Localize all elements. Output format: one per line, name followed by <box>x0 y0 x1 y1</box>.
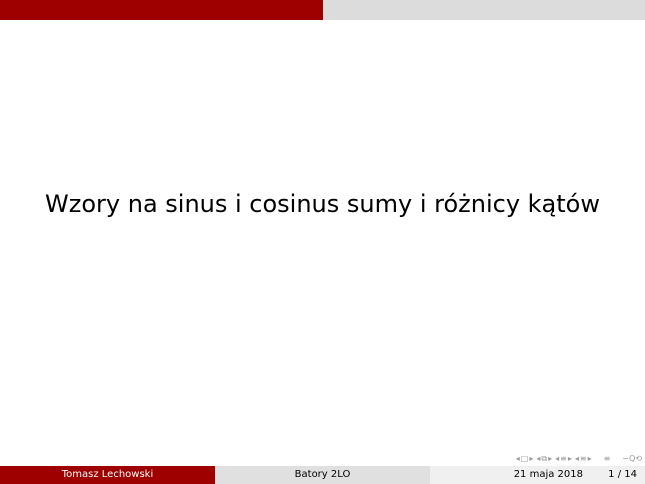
arrow-right-icon[interactable]: ▸ <box>568 453 572 465</box>
beamer-navigation: ◂ □ ▸ ◂ ⧉ ▸ ◂ ≡ ▸ ◂ ≡ ▸ ≡ ∽Q⟲ <box>410 453 642 465</box>
arrow-left-icon[interactable]: ◂ <box>575 453 579 465</box>
footer-date: 21 maja 2018 <box>513 469 583 480</box>
slide-title: Wzory na sinus i cosinus sumy i różnicy … <box>45 190 600 218</box>
nav-section-group: ◂ ≡ ▸ <box>555 453 572 465</box>
section-icon[interactable]: ≡ <box>560 453 567 465</box>
subsubsection-icon[interactable]: ≡ <box>580 453 587 465</box>
footer-author: Tomasz Lechowski <box>0 466 215 484</box>
footer-page-number: 1 / 14 <box>608 469 637 480</box>
footer-right: 21 maja 2018 1 / 14 <box>430 466 645 484</box>
nav-spacer <box>595 453 601 465</box>
footer-institute: Batory 2LO <box>215 466 430 484</box>
subsection-icon[interactable]: ⧉ <box>541 453 547 465</box>
arrow-right-icon[interactable]: ▸ <box>529 453 533 465</box>
nav-spacer <box>613 453 619 465</box>
progress-bar-filled <box>0 0 323 20</box>
frame-icon[interactable]: □ <box>521 453 529 465</box>
arrow-left-icon[interactable]: ◂ <box>555 453 559 465</box>
progress-bar-track <box>322 0 645 20</box>
arrow-left-icon[interactable]: ◂ <box>536 453 540 465</box>
nav-frame-group: ◂ □ ▸ <box>516 453 534 465</box>
arrow-right-icon[interactable]: ▸ <box>588 453 592 465</box>
progress-bar <box>0 0 645 20</box>
footer: Tomasz Lechowski Batory 2LO 21 maja 2018… <box>0 466 645 484</box>
arrow-right-icon[interactable]: ▸ <box>548 453 552 465</box>
nav-subsection-group: ◂ ⧉ ▸ <box>536 453 552 465</box>
arrow-left-icon[interactable]: ◂ <box>516 453 520 465</box>
zoom-icon[interactable]: ∽Q⟲ <box>622 453 642 465</box>
align-icon[interactable]: ≡ <box>604 453 611 465</box>
nav-subsubsection-group: ◂ ≡ ▸ <box>575 453 592 465</box>
